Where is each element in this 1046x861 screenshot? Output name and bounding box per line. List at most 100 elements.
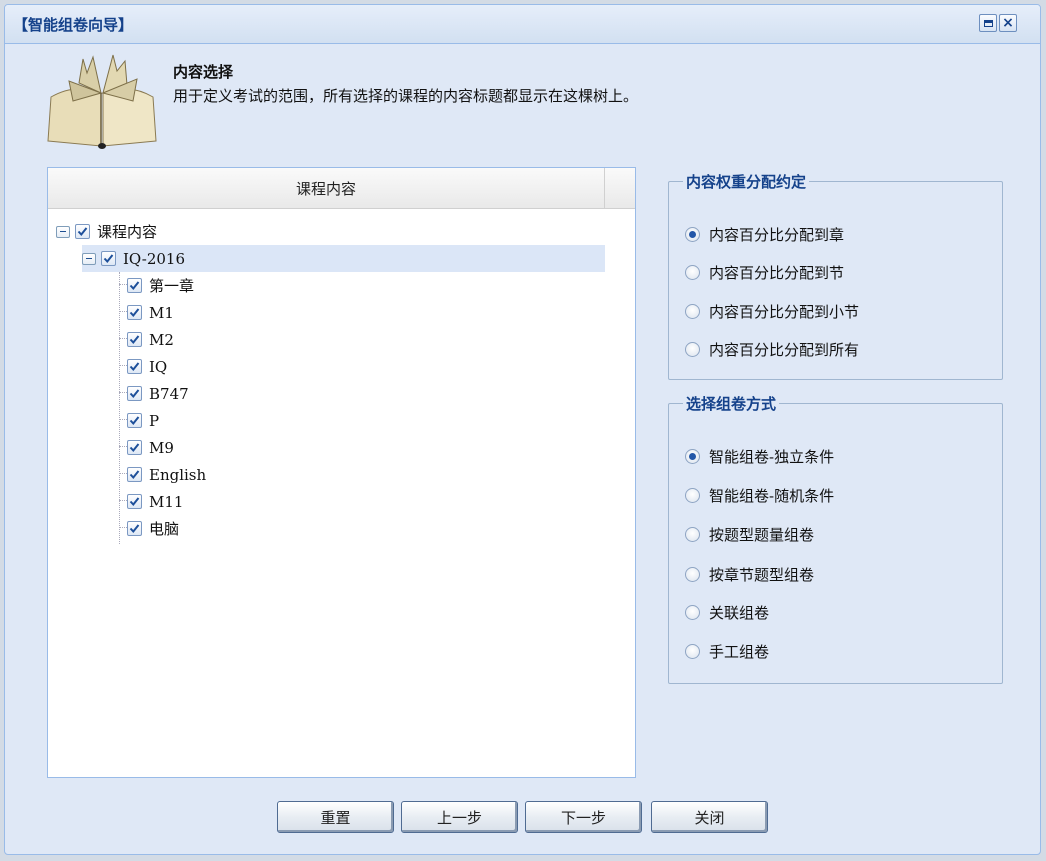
tree-node-root[interactable]: 课程内容 <box>56 218 157 245</box>
close-button[interactable]: 关闭 <box>651 801 768 833</box>
tree-node-chapter[interactable]: M9 <box>127 434 174 461</box>
checkmark-icon <box>129 389 140 399</box>
checkbox-chapter[interactable] <box>127 440 142 455</box>
column-header-spare <box>605 168 635 208</box>
tree-node-label: P <box>149 411 160 430</box>
checkmark-icon <box>129 362 140 372</box>
collapse-icon[interactable] <box>56 225 70 238</box>
checkbox-chapter[interactable] <box>127 386 142 401</box>
radio-label: 内容百分比分配到节 <box>709 263 845 282</box>
checkbox-chapter[interactable] <box>127 278 142 293</box>
tree-node-chapter[interactable]: 第一章 <box>127 272 194 299</box>
tree-node-label: B747 <box>149 384 189 403</box>
tree-node-chapter[interactable]: M11 <box>127 488 183 515</box>
tree-node-course[interactable]: IQ-2016 <box>82 245 605 272</box>
radio-label: 智能组卷-独立条件 <box>709 447 835 466</box>
previous-button[interactable]: 上一步 <box>401 801 518 833</box>
tree-node-chapter[interactable]: P <box>127 407 159 434</box>
radio-label: 内容百分比分配到章 <box>709 225 845 244</box>
checkmark-icon <box>77 227 88 237</box>
tree-connector-line <box>119 272 120 544</box>
section-description: 用于定义考试的范围，所有选择的课程的内容标题都显示在这棵树上。 <box>173 87 639 105</box>
tree-node-chapter[interactable]: B747 <box>127 380 189 407</box>
assembly-method-group: 选择组卷方式 智能组卷-独立条件 智能组卷-随机条件 按题型题量组卷 按章节题型… <box>668 393 1003 684</box>
wizard-window: 【智能组卷向导】 × 内容选择 用于定义考试的范围，所有选择的课程的内容标题都显… <box>4 4 1041 855</box>
tree-node-label: M2 <box>149 330 174 349</box>
close-window-button[interactable]: × <box>999 14 1017 32</box>
radio-indicator[interactable] <box>685 643 700 659</box>
tree-node-label: English <box>149 465 207 484</box>
next-button[interactable]: 下一步 <box>525 801 642 833</box>
radio-method-smart-independent[interactable]: 智能组卷-独立条件 <box>685 444 834 468</box>
radio-method-smart-random[interactable]: 智能组卷-随机条件 <box>685 483 834 507</box>
radio-method-by-type-quantity[interactable]: 按题型题量组卷 <box>685 522 814 546</box>
radio-weight-chapter[interactable]: 内容百分比分配到章 <box>685 222 844 246</box>
radio-indicator[interactable] <box>685 448 700 464</box>
radio-indicator[interactable] <box>685 487 700 503</box>
tree-node-label: IQ-2016 <box>123 249 186 268</box>
checkbox-chapter[interactable] <box>127 494 142 509</box>
radio-weight-subsection[interactable]: 内容百分比分配到小节 <box>685 299 859 323</box>
checkbox-chapter[interactable] <box>127 332 142 347</box>
checkmark-icon <box>129 497 140 507</box>
tree-node-label: 课程内容 <box>97 223 158 241</box>
tree-node-label: M11 <box>149 492 184 511</box>
maximize-icon <box>983 19 993 27</box>
tree-node-chapter[interactable]: 电脑 <box>127 515 179 542</box>
reset-button[interactable]: 重置 <box>277 801 394 833</box>
radio-method-linked[interactable]: 关联组卷 <box>685 600 769 624</box>
radio-label: 智能组卷-随机条件 <box>709 486 835 505</box>
column-header-course-content[interactable]: 课程内容 <box>48 168 605 208</box>
checkmark-icon <box>129 524 140 534</box>
radio-indicator[interactable] <box>685 341 700 357</box>
tree-node-label: M9 <box>149 438 174 457</box>
radio-indicator[interactable] <box>685 566 700 582</box>
checkmark-icon <box>129 416 140 426</box>
radio-indicator[interactable] <box>685 604 700 620</box>
checkmark-icon <box>103 254 114 264</box>
window-title: 【智能组卷向导】 <box>13 16 134 34</box>
checkbox-chapter[interactable] <box>127 359 142 374</box>
radio-label: 内容百分比分配到所有 <box>709 340 860 359</box>
checkmark-icon <box>129 281 140 291</box>
radio-indicator[interactable] <box>685 303 700 319</box>
radio-label: 按章节题型组卷 <box>709 565 815 584</box>
radio-indicator[interactable] <box>685 526 700 542</box>
section-title: 内容选择 <box>173 63 234 81</box>
radio-weight-all[interactable]: 内容百分比分配到所有 <box>685 337 859 361</box>
maximize-button[interactable] <box>979 14 997 32</box>
open-book-icon <box>47 54 157 149</box>
weight-allocation-group: 内容权重分配约定 内容百分比分配到章 内容百分比分配到节 内容百分比分配到小节 … <box>668 171 1003 380</box>
checkbox-chapter[interactable] <box>127 413 142 428</box>
checkbox-root[interactable] <box>75 224 90 239</box>
checkmark-icon <box>129 308 140 318</box>
tree-node-chapter[interactable]: English <box>127 461 206 488</box>
tree-node-chapter[interactable]: IQ <box>127 353 167 380</box>
tree-node-label: M1 <box>149 303 174 322</box>
radio-method-by-chapter-type[interactable]: 按章节题型组卷 <box>685 562 814 586</box>
tree-node-label: 第一章 <box>149 277 195 295</box>
radio-method-manual[interactable]: 手工组卷 <box>685 639 769 663</box>
radio-label: 关联组卷 <box>709 603 770 622</box>
checkbox-chapter[interactable] <box>127 467 142 482</box>
checkbox-chapter[interactable] <box>127 305 142 320</box>
checkbox-chapter[interactable] <box>127 521 142 536</box>
tree-node-label: 电脑 <box>149 520 180 538</box>
tree-grid-header: 课程内容 <box>48 168 635 209</box>
radio-weight-section[interactable]: 内容百分比分配到节 <box>685 260 844 284</box>
radio-label: 按题型题量组卷 <box>709 525 815 544</box>
radio-label: 内容百分比分配到小节 <box>709 302 860 321</box>
course-content-tree: 课程内容 课程内容 IQ-2016 第一章 M1 M2 IQ B747 P M9… <box>47 167 636 778</box>
radio-indicator[interactable] <box>685 264 700 280</box>
weight-allocation-legend: 内容权重分配约定 <box>686 173 807 191</box>
tree-node-chapter[interactable]: M1 <box>127 299 174 326</box>
collapse-icon[interactable] <box>82 252 96 265</box>
close-icon: × <box>1002 15 1014 31</box>
tree-node-chapter[interactable]: M2 <box>127 326 174 353</box>
checkbox-course[interactable] <box>101 251 116 266</box>
checkmark-icon <box>129 335 140 345</box>
radio-indicator[interactable] <box>685 226 700 242</box>
radio-label: 手工组卷 <box>709 642 770 661</box>
tree-node-label: IQ <box>149 357 168 376</box>
window-titlebar[interactable]: 【智能组卷向导】 × <box>5 5 1040 44</box>
